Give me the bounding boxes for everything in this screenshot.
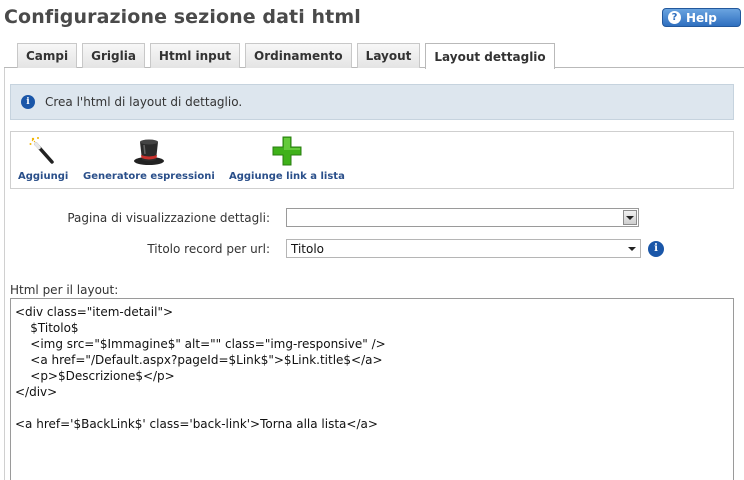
expression-builder-label: Generatore espressioni <box>83 171 215 182</box>
html-layout-label: Html per il layout: <box>10 283 119 297</box>
add-list-link-button[interactable]: Aggiunge link a lista <box>229 136 345 182</box>
record-title-label: Titolo record per url: <box>147 241 270 256</box>
detail-page-select[interactable] <box>286 208 639 227</box>
tab-layout-dettaglio[interactable]: Layout dettaglio <box>425 43 555 69</box>
info-text: Crea l'html di layout di dettaglio. <box>45 95 243 109</box>
add-button[interactable]: Aggiungi <box>18 136 68 182</box>
magic-hat-icon <box>133 139 164 165</box>
toolbar: Aggiungi Generatore espressioni Aggiunge… <box>10 131 734 189</box>
add-label: Aggiungi <box>18 171 69 182</box>
record-title-select[interactable]: Titolo <box>286 239 641 258</box>
green-plus-icon <box>272 136 302 166</box>
tab-layout[interactable]: Layout <box>356 43 421 68</box>
html-layout-editor[interactable]: <div class="item-detail"> $Titolo$ <img … <box>10 298 734 480</box>
add-list-link-label: Aggiunge link a lista <box>229 171 345 182</box>
chevron-down-icon <box>623 210 637 225</box>
question-icon: ? <box>668 11 681 24</box>
info-message: i Crea l'html di layout di dettaglio. <box>10 84 734 120</box>
tab-campi[interactable]: Campi <box>17 43 78 68</box>
record-title-row: Titolo record per url: Titolo i <box>10 239 664 258</box>
record-title-value: Titolo <box>291 241 325 256</box>
tab-html-input[interactable]: Html input <box>149 43 241 68</box>
detail-page-row: Pagina di visualizzazione dettagli: <box>10 208 639 227</box>
help-button[interactable]: ? Help <box>662 8 741 27</box>
tab-ordinamento[interactable]: Ordinamento <box>245 43 352 68</box>
info-icon[interactable]: i <box>648 240 664 257</box>
info-icon: i <box>21 95 35 109</box>
help-label: Help <box>686 10 717 25</box>
detail-page-label: Pagina di visualizzazione dettagli: <box>67 210 270 225</box>
tab-griglia[interactable]: Griglia <box>82 43 145 68</box>
tab-bar: Campi Griglia Html input Ordinamento Lay… <box>17 43 560 69</box>
expression-builder-button[interactable]: Generatore espressioni <box>83 136 215 182</box>
chevron-down-icon <box>626 242 638 255</box>
page-title: Configurazione sezione dati html <box>4 6 361 28</box>
magic-wand-icon <box>29 137 54 164</box>
